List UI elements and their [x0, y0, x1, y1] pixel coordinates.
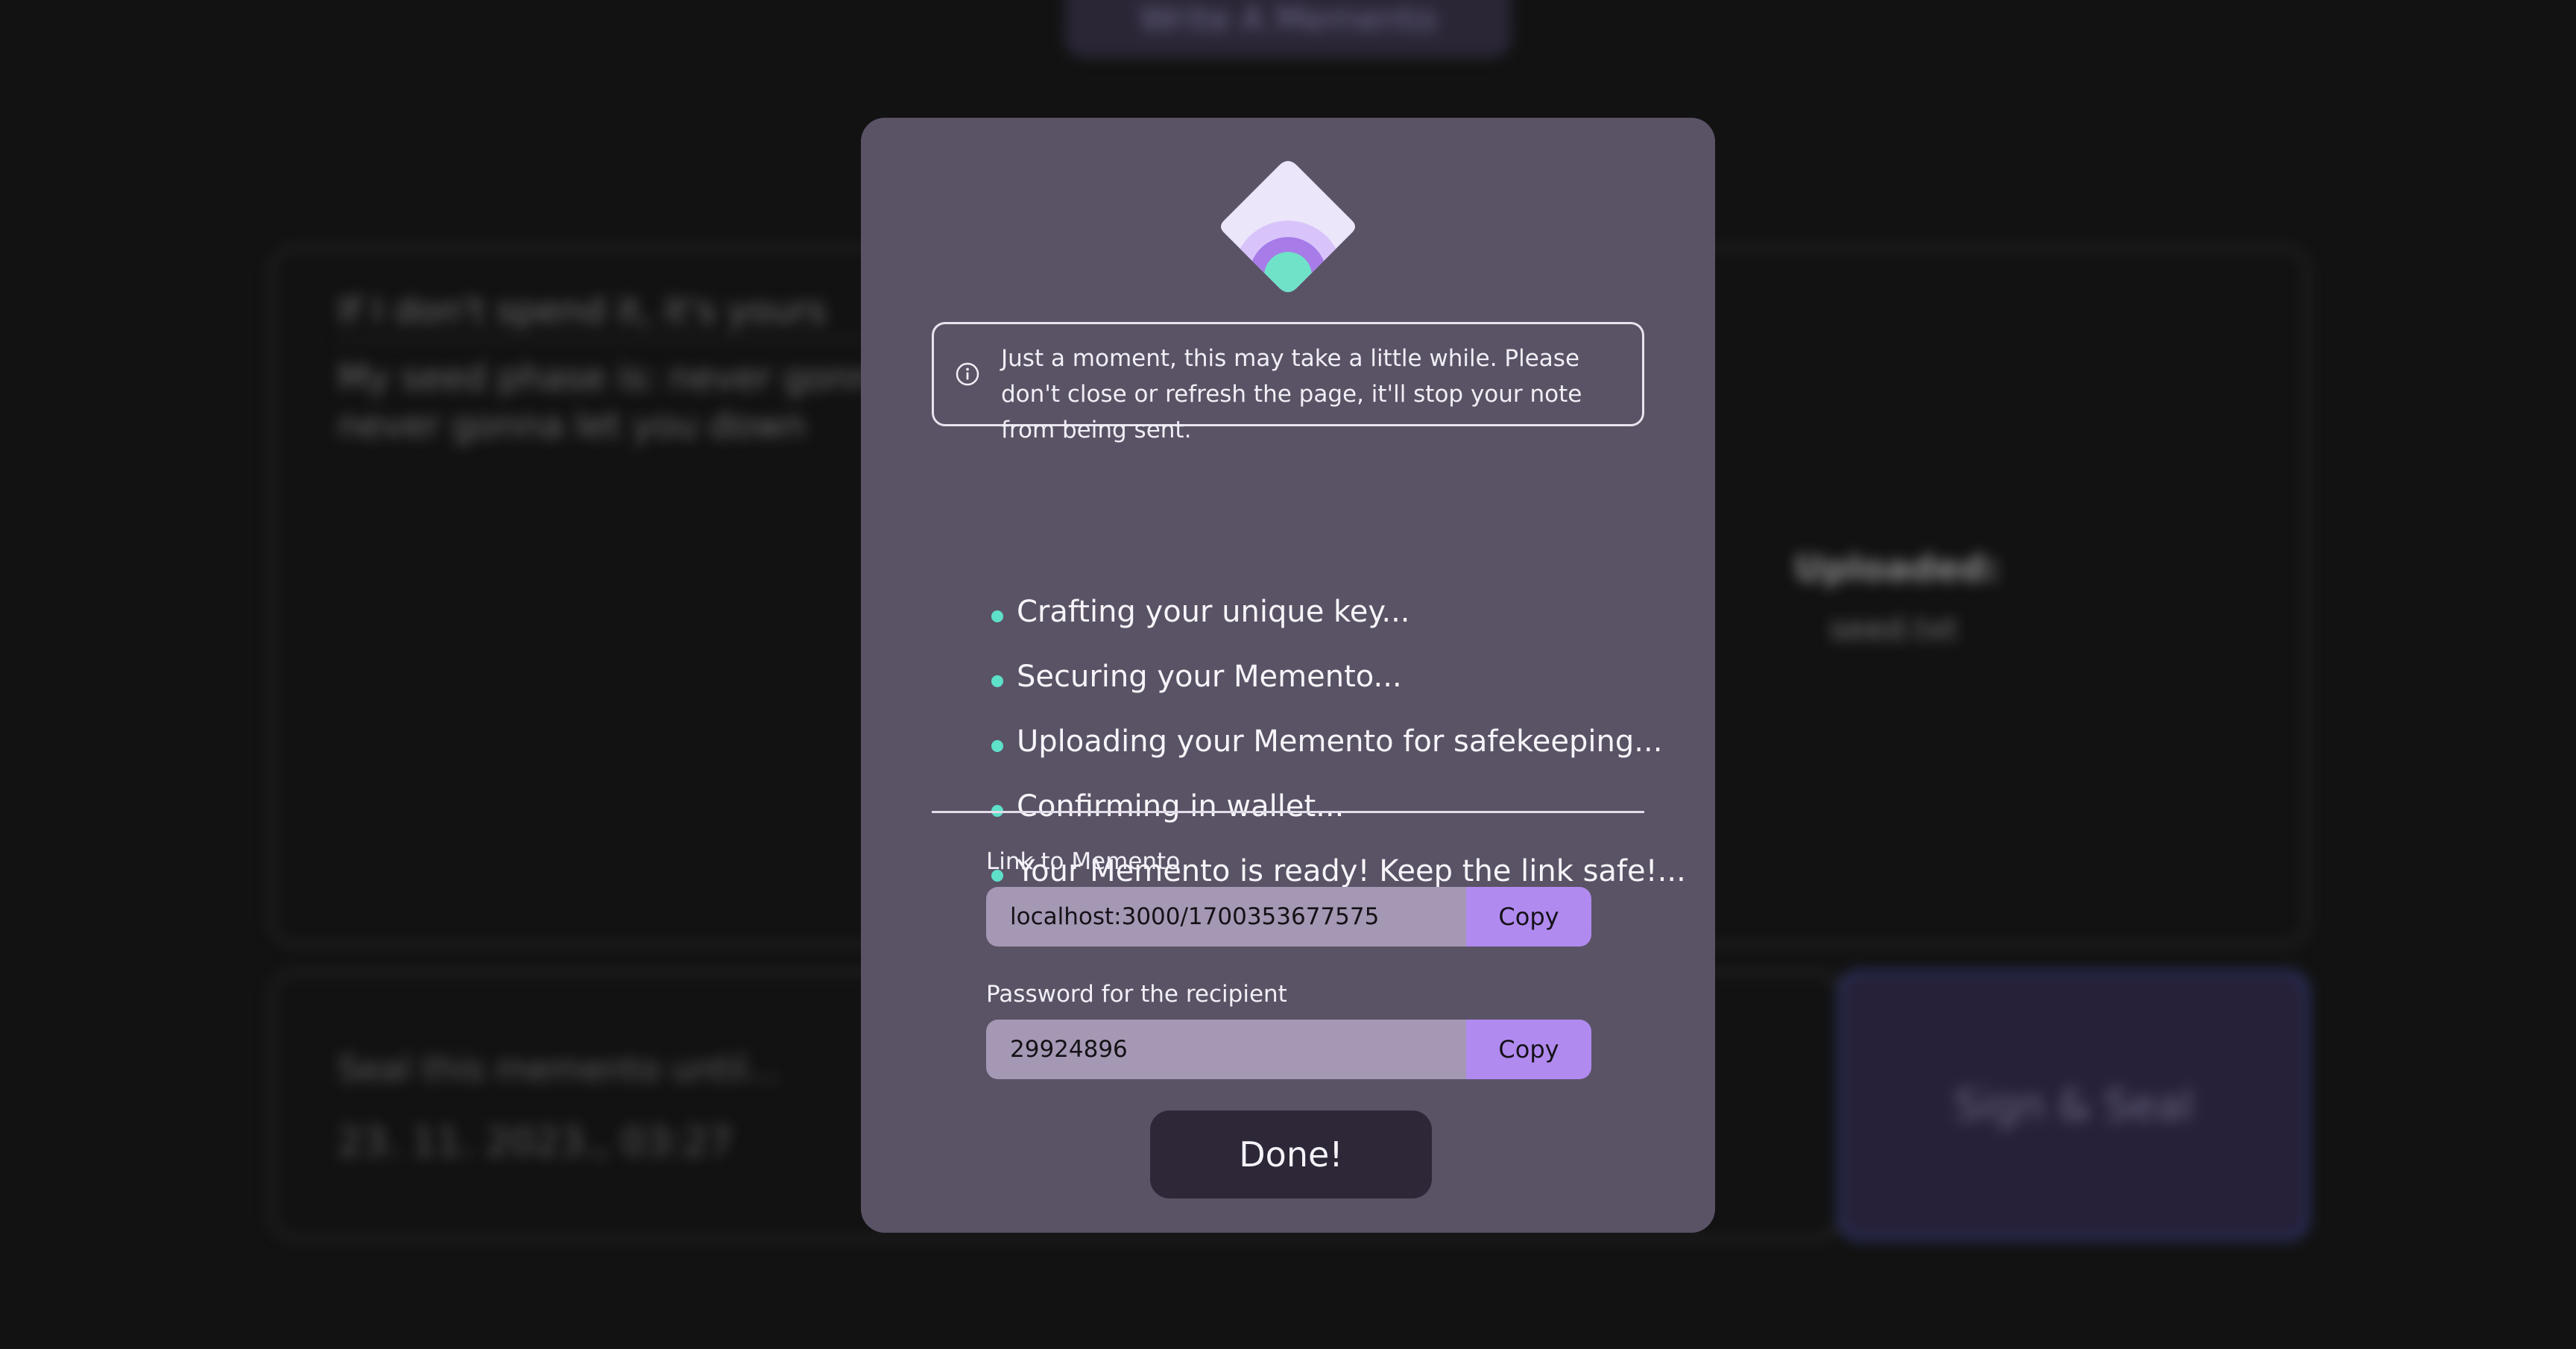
step-dot: [991, 675, 1003, 687]
sign-and-seal-button[interactable]: Sign & Seal: [1838, 970, 2309, 1240]
page: Write A Memento If I don't spend it, it'…: [0, 0, 2576, 1349]
password-field-row: Copy: [986, 1020, 1591, 1079]
sending-modal: Just a moment, this may take a little wh…: [861, 118, 1715, 1233]
step-text: Uploading your Memento for safekeeping..…: [1017, 724, 1663, 759]
seal-label: Seal this memento until...: [338, 1049, 780, 1089]
modal-divider: [932, 811, 1644, 813]
step-text: Confirming in wallet...: [1017, 789, 1345, 824]
password-label: Password for the recipient: [986, 981, 1287, 1008]
memento-logo-icon: [1221, 161, 1355, 292]
info-icon: [956, 362, 979, 386]
step-text: Crafting your unique key...: [1017, 595, 1410, 629]
note-title[interactable]: If I don't spend it, it's yours: [338, 290, 827, 332]
uploaded-file: seed.txt: [1830, 610, 1958, 647]
seal-date-input[interactable]: 23. 11. 2023., 03:27: [338, 1120, 733, 1165]
copy-link-button[interactable]: Copy: [1466, 887, 1591, 947]
write-memento-button[interactable]: Write A Memento: [1064, 0, 1512, 58]
done-button[interactable]: Done!: [1150, 1111, 1432, 1198]
info-notice: Just a moment, this may take a little wh…: [932, 322, 1644, 443]
step-text: Securing your Memento...: [1017, 660, 1402, 694]
step-dot: [991, 740, 1003, 752]
link-label: Link to Memento: [986, 848, 1181, 875]
memento-link-field[interactable]: [986, 887, 1466, 947]
step-dot: [991, 610, 1003, 622]
uploaded-label: Uploaded:: [1794, 548, 2000, 590]
link-field-row: Copy: [986, 887, 1591, 947]
info-text: Just a moment, this may take a little wh…: [1001, 345, 1582, 443]
recipient-password-field[interactable]: [986, 1020, 1466, 1079]
copy-password-button[interactable]: Copy: [1466, 1020, 1591, 1079]
